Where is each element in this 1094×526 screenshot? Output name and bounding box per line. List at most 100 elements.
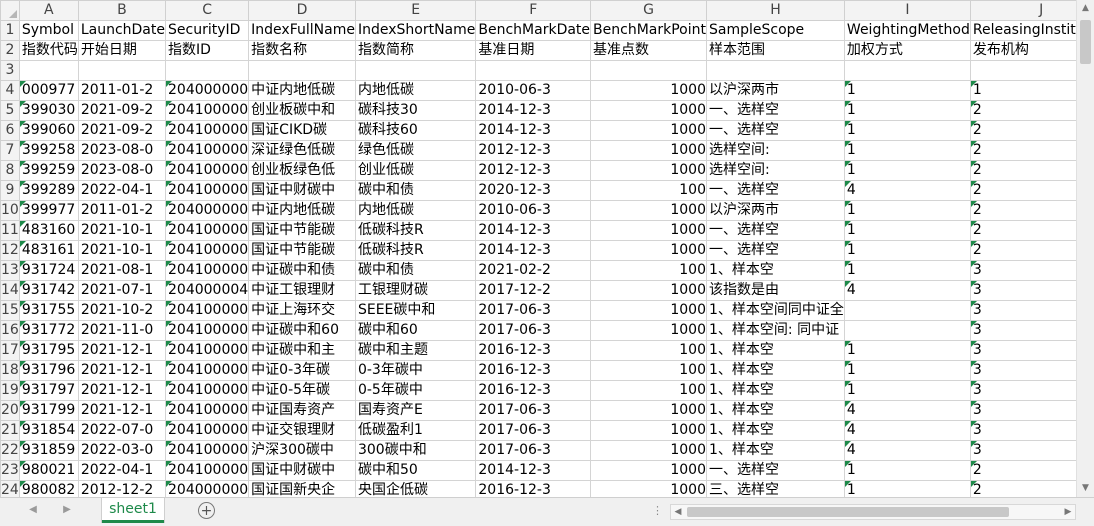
cell-c13[interactable]: 204100000: [164, 260, 250, 281]
cell-i2[interactable]: 加权方式: [843, 40, 971, 61]
cell-b17[interactable]: 2021-12-1: [77, 340, 167, 361]
cell-d16[interactable]: 中证碳中和60: [248, 320, 356, 341]
cell-f13[interactable]: 2021-02-2: [475, 260, 592, 281]
cell-j20[interactable]: 3: [969, 400, 1076, 421]
column-header-f[interactable]: F: [475, 0, 592, 21]
cell-f23[interactable]: 2014-12-3: [475, 460, 592, 481]
cell-a14[interactable]: 931742: [18, 280, 79, 301]
cell-h21[interactable]: 1、样本空: [706, 420, 845, 441]
cell-g10[interactable]: 1000: [590, 200, 707, 221]
prev-sheet-arrow-icon[interactable]: ▶: [60, 504, 74, 515]
cell-j2[interactable]: 发布机构: [969, 40, 1076, 61]
scroll-up-icon[interactable]: ▲: [1077, 0, 1094, 17]
cell-i7[interactable]: 1: [843, 140, 971, 161]
cell-d23[interactable]: 国证中财碳中: [248, 460, 356, 481]
cell-d12[interactable]: 国证中节能碳: [248, 240, 356, 261]
cell-i20[interactable]: 4: [843, 400, 971, 421]
cell-e2[interactable]: 指数简称: [354, 40, 477, 61]
cell-a21[interactable]: 931854: [18, 420, 79, 441]
cell-j1[interactable]: ReleasingInstitution: [969, 20, 1076, 41]
cell-j18[interactable]: 3: [969, 360, 1076, 381]
cell-h13[interactable]: 1、样本空: [706, 260, 845, 281]
cell-d15[interactable]: 中证上海环交: [248, 300, 356, 321]
cell-j5[interactable]: 2: [969, 100, 1076, 121]
column-header-g[interactable]: G: [590, 0, 707, 21]
row-header[interactable]: 14: [0, 280, 20, 301]
sheet-tab-sheet1[interactable]: sheet1: [102, 498, 164, 523]
cell-e11[interactable]: 低碳科技R: [354, 220, 477, 241]
cell-f2[interactable]: 基准日期: [475, 40, 592, 61]
cell-c17[interactable]: 204100000: [164, 340, 250, 361]
cell-c8[interactable]: 204100000: [164, 160, 250, 181]
cell-e22[interactable]: 300碳中和: [354, 440, 477, 461]
row-header[interactable]: 1: [0, 20, 20, 41]
cell-f1[interactable]: BenchMarkDate: [475, 20, 592, 41]
column-header-b[interactable]: B: [77, 0, 167, 21]
cell-i1[interactable]: WeightingMethod: [843, 20, 971, 41]
cell-a23[interactable]: 980021: [18, 460, 79, 481]
cell-h14[interactable]: 该指数是由: [706, 280, 845, 301]
cell-c14[interactable]: 204000004: [164, 280, 250, 301]
cell-h1[interactable]: SampleScope: [706, 20, 845, 41]
cell-c24[interactable]: 204000000: [164, 480, 250, 497]
cell-j16[interactable]: 3: [969, 320, 1076, 341]
cell-i17[interactable]: 1: [843, 340, 971, 361]
horizontal-scroll-thumb[interactable]: [687, 507, 1009, 517]
row-header[interactable]: 20: [0, 400, 20, 421]
cell-j22[interactable]: 3: [969, 440, 1076, 461]
cell-b14[interactable]: 2021-07-1: [77, 280, 167, 301]
cell-h10[interactable]: 以沪深两市: [706, 200, 845, 221]
cell-g13[interactable]: 100: [590, 260, 707, 281]
cell-f5[interactable]: 2014-12-3: [475, 100, 592, 121]
cell-h23[interactable]: 一、选样空: [706, 460, 845, 481]
cell-e19[interactable]: 0-5年碳中: [354, 380, 477, 401]
row-header[interactable]: 23: [0, 460, 20, 481]
cell-j6[interactable]: 2: [969, 120, 1076, 141]
cell-i23[interactable]: 1: [843, 460, 971, 481]
cell-d24[interactable]: 国证国新央企: [248, 480, 356, 497]
cell-h2[interactable]: 样本范围: [706, 40, 845, 61]
cell-e8[interactable]: 创业低碳: [354, 160, 477, 181]
plus-circle-icon[interactable]: +: [198, 502, 215, 519]
cell-a10[interactable]: 399977: [18, 200, 79, 221]
cell-b2[interactable]: 开始日期: [77, 40, 167, 61]
cell-f7[interactable]: 2012-12-3: [475, 140, 592, 161]
cell-f24[interactable]: 2016-12-3: [475, 480, 592, 497]
cell-g2[interactable]: 基准点数: [590, 40, 707, 61]
cell-c9[interactable]: 204100000: [164, 180, 250, 201]
cell-c2[interactable]: 指数ID: [164, 40, 250, 61]
cell-g5[interactable]: 1000: [590, 100, 707, 121]
cell-j3[interactable]: [969, 60, 1076, 81]
cell-d10[interactable]: 中证内地低碳: [248, 200, 356, 221]
cell-e24[interactable]: 央国企低碳: [354, 480, 477, 497]
cell-h24[interactable]: 三、选样空: [706, 480, 845, 497]
vertical-scrollbar[interactable]: ▲ ▼: [1076, 0, 1094, 497]
cell-i24[interactable]: 1: [843, 480, 971, 497]
cell-h15[interactable]: 1、样本空间同中证全: [706, 300, 845, 321]
cell-b9[interactable]: 2022-04-1: [77, 180, 167, 201]
row-header[interactable]: 9: [0, 180, 20, 201]
cell-j8[interactable]: 2: [969, 160, 1076, 181]
cell-c19[interactable]: 204100000: [164, 380, 250, 401]
cell-e12[interactable]: 低碳科技R: [354, 240, 477, 261]
cell-b18[interactable]: 2021-12-1: [77, 360, 167, 381]
cell-j23[interactable]: 2: [969, 460, 1076, 481]
cell-f15[interactable]: 2017-06-3: [475, 300, 592, 321]
cell-f18[interactable]: 2016-12-3: [475, 360, 592, 381]
column-header-c[interactable]: C: [164, 0, 250, 21]
cell-h16[interactable]: 1、样本空间: 同中证: [706, 320, 845, 341]
cell-c5[interactable]: 204100000: [164, 100, 250, 121]
cell-f22[interactable]: 2017-06-3: [475, 440, 592, 461]
cell-j19[interactable]: 3: [969, 380, 1076, 401]
cell-i5[interactable]: 1: [843, 100, 971, 121]
cell-h9[interactable]: 一、选样空: [706, 180, 845, 201]
cell-a17[interactable]: 931795: [18, 340, 79, 361]
cell-b10[interactable]: 2011-01-2: [77, 200, 167, 221]
cell-h7[interactable]: 选样空间:: [706, 140, 845, 161]
cell-b20[interactable]: 2021-12-1: [77, 400, 167, 421]
cell-j9[interactable]: 2: [969, 180, 1076, 201]
cell-a8[interactable]: 399259: [18, 160, 79, 181]
cell-g14[interactable]: 1000: [590, 280, 707, 301]
cell-d18[interactable]: 中证0-3年碳: [248, 360, 356, 381]
cell-e6[interactable]: 碳科技60: [354, 120, 477, 141]
